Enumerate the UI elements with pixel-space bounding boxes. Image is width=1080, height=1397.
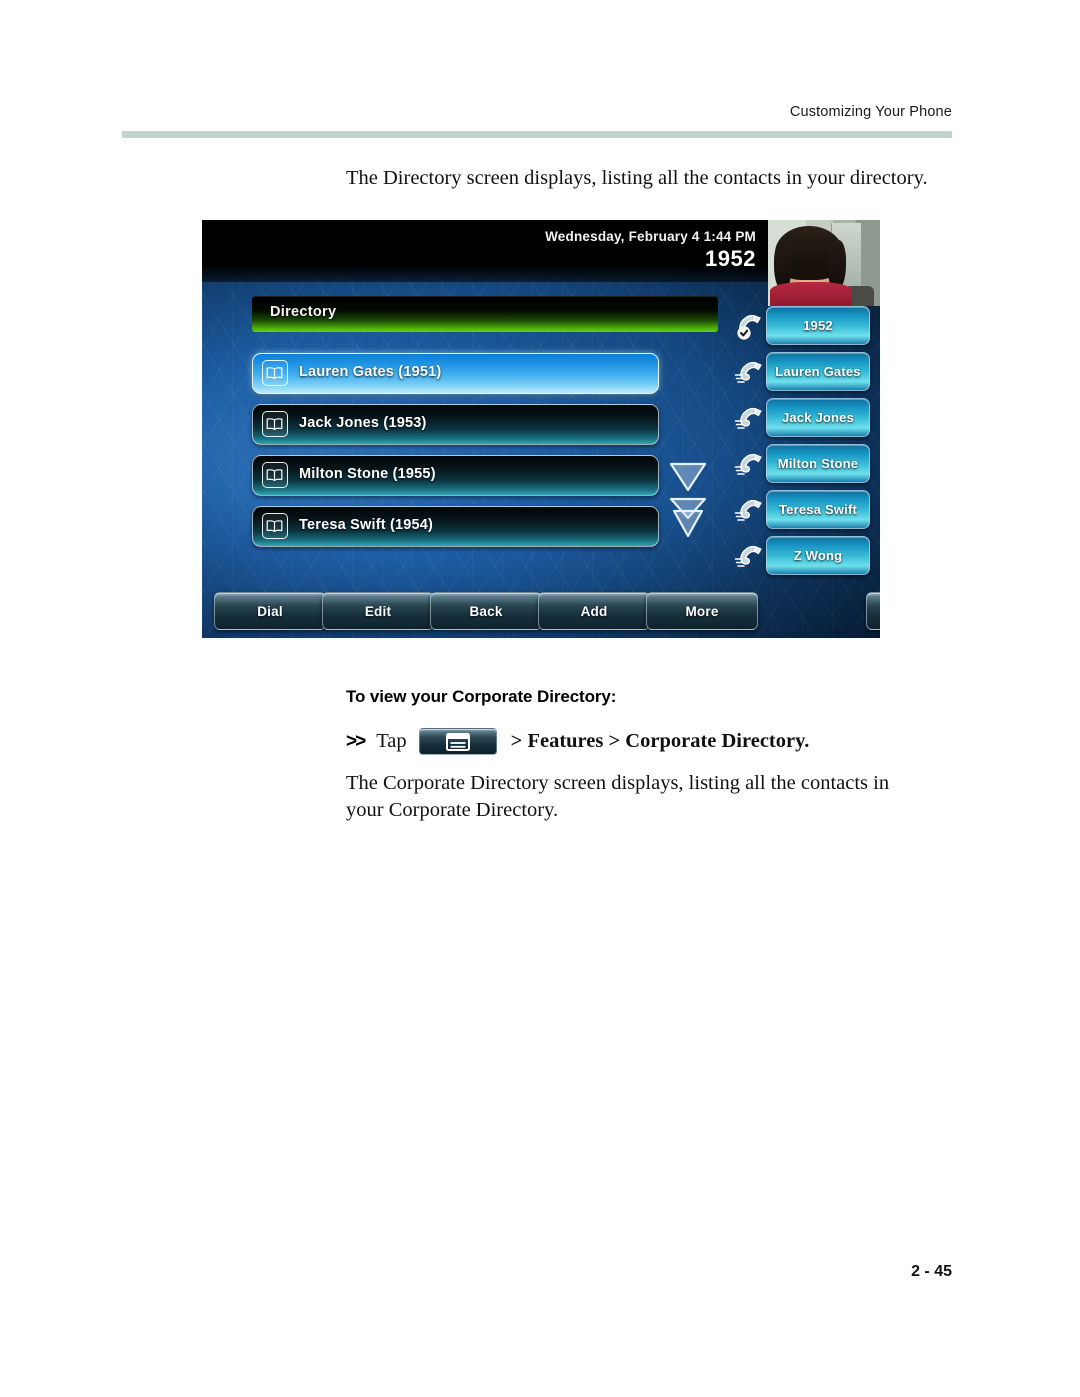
handset-icon	[734, 545, 762, 567]
handset-icon	[734, 361, 762, 383]
avatar-shirt	[770, 282, 852, 306]
contact-name: Teresa Swift (1954)	[299, 517, 434, 533]
line-key-button[interactable]: Jack Jones	[766, 398, 870, 437]
book-glyph	[266, 367, 283, 379]
line-key-button[interactable]: Z Wong	[766, 536, 870, 575]
directory-book-icon	[262, 411, 288, 437]
handset-icon	[734, 453, 762, 475]
handset-icon	[734, 407, 762, 429]
line-key[interactable]: Lauren Gates	[732, 352, 876, 392]
line-key[interactable]: Teresa Swift	[732, 490, 876, 530]
contact-row[interactable]: Jack Jones (1953)	[252, 404, 659, 445]
soft-key-edit[interactable]: Edit	[322, 592, 434, 630]
contact-name: Milton Stone (1955)	[299, 466, 436, 482]
line-key-button[interactable]: Lauren Gates	[766, 352, 870, 391]
chevron-down-icon[interactable]	[665, 460, 711, 494]
directory-book-icon	[262, 360, 288, 386]
line-key-button[interactable]: Milton Stone	[766, 444, 870, 483]
line-key[interactable]: Milton Stone	[732, 444, 876, 484]
status-datetime: Wednesday, February 4 1:44 PM	[545, 229, 756, 244]
menu-path-text: > Features > Corporate Directory.	[510, 730, 810, 752]
directory-book-icon	[262, 513, 288, 539]
soft-key-more[interactable]: More	[646, 592, 758, 630]
scroll-indicators[interactable]	[665, 460, 711, 540]
tap-instruction-line: >> Tap > Features > Corporate Directory.	[346, 728, 809, 755]
running-head: Customizing Your Phone	[789, 104, 952, 120]
menu-window-icon	[445, 732, 470, 751]
chevron-double-down-icon[interactable]	[665, 496, 711, 540]
soft-key-label: Edit	[364, 603, 392, 619]
directory-book-icon	[262, 462, 288, 488]
tap-word: Tap	[376, 730, 407, 752]
contact-row[interactable]: Lauren Gates (1951)	[252, 353, 659, 394]
soft-key-add[interactable]: Add	[538, 592, 650, 630]
soft-key-dial[interactable]: Dial	[214, 592, 326, 630]
line-key[interactable]: Jack Jones	[732, 398, 876, 438]
soft-key-label: Back	[469, 603, 503, 619]
soft-key-back[interactable]: Back	[430, 592, 542, 630]
header-rule	[122, 131, 952, 138]
line-key-column: 1952 Lauren Gates Jack Jones Milton Ston…	[732, 306, 876, 582]
contact-row[interactable]: Teresa Swift (1954)	[252, 506, 659, 547]
contact-row[interactable]: Milton Stone (1955)	[252, 455, 659, 496]
line-key-label: Milton Stone	[777, 456, 859, 471]
line-key-label: 1952	[803, 318, 833, 333]
book-glyph	[266, 520, 283, 532]
menu-key-illustration	[418, 728, 497, 755]
directory-title-bar: Directory	[252, 296, 718, 332]
avatar	[768, 220, 880, 306]
handset-icon	[734, 499, 762, 521]
page-number: 2 - 45	[911, 1263, 952, 1280]
line-key-button[interactable]: Teresa Swift	[766, 490, 870, 529]
contact-name: Jack Jones (1953)	[299, 415, 427, 431]
closing-paragraph: The Corporate Directory screen displays,…	[346, 772, 890, 821]
page-header: Customizing Your Phone	[0, 103, 1080, 121]
home-button[interactable]	[866, 592, 880, 630]
line-key[interactable]: 1952	[732, 306, 876, 346]
soft-key-row: Dial Edit Back Add More	[208, 592, 880, 632]
line-key-label: Z Wong	[793, 548, 843, 563]
line-key[interactable]: Z Wong	[732, 536, 876, 576]
line-key-label: Lauren Gates	[775, 364, 861, 379]
line-key-label: Teresa Swift	[778, 502, 858, 517]
soft-key-label: More	[685, 603, 719, 619]
handset-registered-icon	[737, 314, 761, 340]
bullet-marker: >>	[346, 730, 366, 752]
section-subhead: To view your Corporate Directory:	[346, 687, 617, 706]
soft-key-label: Add	[580, 603, 608, 619]
intro-sentence: The Directory screen displays, listing a…	[346, 167, 928, 189]
line-key-button[interactable]: 1952	[766, 306, 870, 345]
line-key-label: Jack Jones	[781, 410, 855, 425]
soft-key-label: Dial	[257, 603, 283, 619]
phone-screen-screenshot: Wednesday, February 4 1:44 PM 1952 Direc…	[202, 220, 880, 638]
book-glyph	[266, 469, 283, 481]
directory-title-label: Directory	[270, 304, 337, 320]
status-extension: 1952	[705, 246, 756, 271]
contact-name: Lauren Gates (1951)	[299, 364, 442, 380]
book-glyph	[266, 418, 283, 430]
